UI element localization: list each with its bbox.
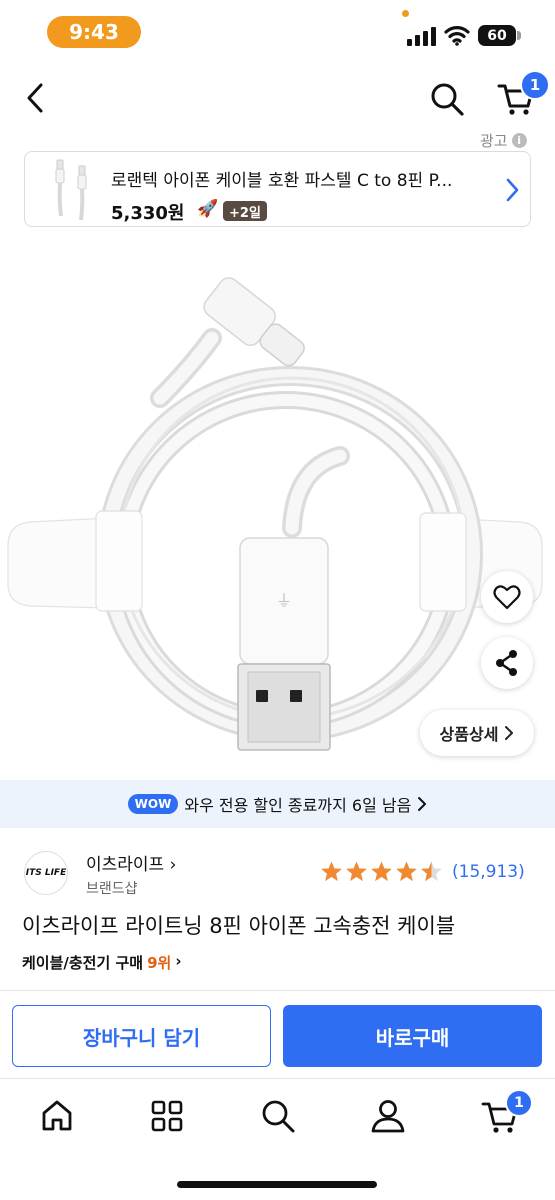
back-button[interactable] <box>20 80 50 116</box>
wow-message: 와우 전용 할인 종료까지 6일 남음 <box>184 796 412 815</box>
brand-name-link[interactable]: 이츠라이프 › <box>86 850 176 875</box>
info-icon[interactable]: i <box>511 133 527 148</box>
wow-discount-banner[interactable]: WOW 와우 전용 할인 종료까지 6일 남음 <box>0 780 555 828</box>
chevron-right-icon <box>506 178 519 202</box>
share-icon <box>496 650 517 676</box>
review-count-link[interactable]: (15,913) <box>452 862 525 882</box>
my-account-icon[interactable] <box>368 1096 408 1136</box>
ad-banner[interactable]: 로랜텍 아이폰 케이블 호환 파스텔 C to 8핀 P... 5,330원 🚀… <box>24 151 531 227</box>
heart-icon <box>493 585 521 610</box>
add-to-cart-button[interactable]: 장바구니 담기 <box>12 1005 271 1067</box>
category-rank-link[interactable]: 케이블/충전기 구매 9위 › <box>22 952 182 973</box>
search-icon[interactable] <box>258 1096 298 1136</box>
star-icon <box>396 861 417 882</box>
battery-tip <box>517 31 521 40</box>
ad-label-text: 광고 <box>480 132 508 150</box>
tab-cart-count-badge: 1 <box>505 1089 533 1117</box>
rank-category: 케이블/충전기 구매 <box>22 954 144 972</box>
rank-number: 9위 <box>147 954 172 972</box>
star-icon <box>346 861 367 882</box>
product-image[interactable]: ⏚ <box>0 228 555 780</box>
product-title: 이츠라이프 라이트닝 8핀 아이폰 고속충전 케이블 <box>22 914 456 938</box>
ad-cable-thumbnail <box>55 159 87 221</box>
brand-logo[interactable]: ITS LIFE <box>24 851 68 895</box>
ad-title: 로랜텍 아이폰 케이블 호환 파스텔 C to 8핀 P... <box>111 171 453 191</box>
battery-level: 60 <box>478 25 516 46</box>
delivery-days-badge: +2일 <box>223 201 267 221</box>
ad-label: 광고 i <box>480 130 527 151</box>
product-detail-button[interactable]: 상품상세 <box>420 710 534 756</box>
buy-now-button[interactable]: 바로구매 <box>283 1005 542 1067</box>
search-button[interactable] <box>428 80 466 118</box>
wishlist-button[interactable] <box>481 571 533 623</box>
purchase-action-bar: 장바구니 담기 바로구매 <box>0 990 555 1078</box>
chevron-right-icon: › <box>169 855 177 875</box>
half-star-icon <box>421 861 442 882</box>
privacy-indicator-dot <box>402 10 409 17</box>
chevron-right-icon <box>418 797 427 811</box>
home-indicator <box>177 1181 377 1188</box>
status-bar: 9:43 60 <box>0 0 555 62</box>
star-icon <box>371 861 392 882</box>
svg-text:⏚: ⏚ <box>276 591 292 610</box>
wifi-icon <box>444 26 470 46</box>
rocket-icon: 🚀 <box>197 199 219 219</box>
home-icon[interactable] <box>37 1096 77 1136</box>
star-rating[interactable] <box>320 860 443 883</box>
ad-price: 5,330원 <box>111 203 185 224</box>
chevron-right-icon: › <box>175 952 182 970</box>
brand-shop-label: 브랜드샵 <box>86 881 138 897</box>
star-icon <box>321 861 342 882</box>
status-time: 9:43 <box>47 16 141 48</box>
cart-count-badge: 1 <box>520 70 550 100</box>
product-detail-label: 상품상세 <box>439 725 499 744</box>
chevron-right-icon <box>505 726 514 740</box>
signal-icon <box>407 27 436 46</box>
brand-name: 이츠라이프 <box>86 855 165 875</box>
wow-badge: WOW <box>127 794 179 814</box>
share-button[interactable] <box>481 637 533 689</box>
category-grid-icon[interactable] <box>147 1096 187 1136</box>
